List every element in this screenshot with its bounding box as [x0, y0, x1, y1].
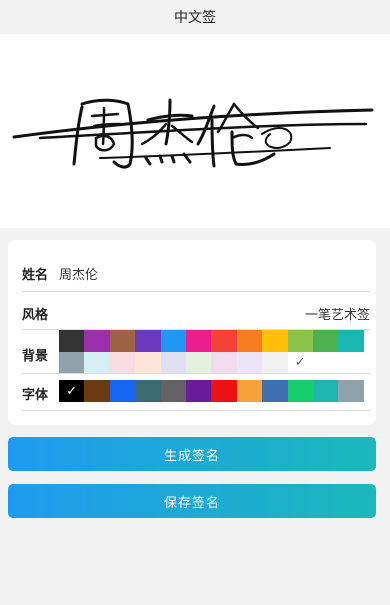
background-color-swatch[interactable]	[135, 351, 161, 373]
style-value[interactable]: 一笔艺术签	[305, 304, 370, 323]
background-color-swatch[interactable]	[160, 330, 186, 352]
background-color-swatch[interactable]	[160, 351, 186, 373]
check-icon: ✓	[66, 383, 78, 399]
font-color-swatch[interactable]	[185, 380, 212, 402]
name-row: 姓名 周杰伦	[22, 254, 370, 292]
background-color-swatch[interactable]	[262, 351, 288, 373]
settings-card: 姓名 周杰伦 风格 一笔艺术签 背景 ✓ 字体 ✓	[8, 240, 376, 425]
background-color-swatch[interactable]	[211, 330, 237, 352]
background-color-swatch[interactable]	[59, 351, 85, 373]
signature-drawing	[12, 98, 374, 169]
name-label: 姓名	[22, 268, 49, 283]
background-color-swatch[interactable]	[312, 330, 339, 352]
font-color-swatch[interactable]	[211, 380, 237, 402]
font-color-swatch[interactable]	[287, 380, 313, 402]
background-row: 背景 ✓	[22, 330, 370, 374]
background-color-swatch[interactable]: ✓	[287, 351, 313, 373]
font-color-swatch[interactable]	[160, 380, 186, 402]
font-color-swatch[interactable]	[236, 380, 263, 402]
background-color-swatch[interactable]	[84, 330, 110, 352]
background-color-swatch[interactable]	[287, 330, 313, 352]
font-color-swatch[interactable]	[135, 380, 161, 402]
background-color-swatch[interactable]	[135, 330, 161, 352]
background-color-swatch[interactable]	[236, 330, 263, 352]
background-color-swatch[interactable]	[109, 351, 136, 373]
background-color-swatch[interactable]	[84, 351, 110, 373]
background-color-palette: ✓	[59, 330, 364, 373]
background-color-swatch[interactable]	[185, 351, 212, 373]
font-color-swatch[interactable]	[312, 380, 339, 402]
save-signature-button[interactable]: 保存签名	[8, 484, 376, 518]
font-color-swatch[interactable]: ✓	[59, 380, 85, 402]
top-bar: 中文签	[0, 0, 390, 34]
font-color-swatch[interactable]	[84, 380, 110, 402]
font-label: 字体	[22, 388, 49, 403]
style-label: 风格	[22, 308, 49, 323]
font-row: 字体 ✓	[22, 374, 370, 411]
name-input[interactable]: 周杰伦	[59, 264, 98, 283]
background-color-swatch[interactable]	[236, 351, 263, 373]
background-color-swatch[interactable]	[185, 330, 212, 352]
background-color-swatch[interactable]	[262, 330, 288, 352]
page-title: 中文签	[174, 10, 216, 26]
style-row[interactable]: 风格 一笔艺术签	[22, 292, 370, 330]
font-color-swatch[interactable]	[262, 380, 288, 402]
background-color-swatch[interactable]	[59, 330, 85, 352]
font-color-swatch[interactable]	[338, 380, 364, 402]
background-label: 背景	[22, 349, 49, 364]
generate-signature-button[interactable]: 生成签名	[8, 437, 376, 471]
save-signature-label: 保存签名	[163, 495, 220, 511]
generate-signature-label: 生成签名	[163, 448, 220, 464]
signature-preview	[0, 34, 390, 228]
font-color-swatch[interactable]	[109, 380, 136, 402]
background-color-swatch[interactable]	[109, 330, 136, 352]
background-color-swatch[interactable]	[338, 330, 364, 352]
check-icon: ✓	[294, 354, 306, 370]
background-color-swatch[interactable]	[211, 351, 237, 373]
font-color-palette: ✓	[59, 380, 364, 402]
